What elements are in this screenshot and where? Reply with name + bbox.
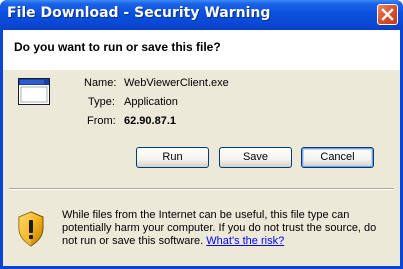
file-info-area bbox=[3, 70, 400, 218]
file-type: Application bbox=[124, 96, 178, 108]
dialog-body: Do you want to run or save this file? Na… bbox=[3, 30, 400, 266]
whats-the-risk-link[interactable]: What's the risk? bbox=[206, 235, 284, 247]
save-button[interactable]: Save bbox=[219, 147, 292, 168]
title-bar[interactable]: File Download - Security Warning bbox=[0, 0, 403, 30]
dialog-question: Do you want to run or save this file? bbox=[14, 40, 221, 54]
file-name: WebViewerClient.exe bbox=[124, 77, 229, 89]
close-button[interactable] bbox=[377, 4, 398, 25]
file-download-dialog: File Download - Security Warning Do you … bbox=[0, 0, 403, 269]
from-label: From: bbox=[87, 115, 116, 127]
file-source: 62.90.87.1 bbox=[124, 115, 176, 127]
name-label: Name: bbox=[84, 77, 117, 89]
security-shield-warning-icon bbox=[18, 211, 44, 247]
cancel-button[interactable]: Cancel bbox=[301, 147, 374, 168]
header-band: Do you want to run or save this file? bbox=[3, 30, 400, 70]
run-button[interactable]: Run bbox=[136, 147, 209, 168]
separator bbox=[9, 188, 394, 190]
application-window-icon bbox=[18, 78, 50, 105]
warning-message: While files from the Internet can be use… bbox=[62, 209, 392, 248]
type-label: Type: bbox=[88, 96, 115, 108]
close-icon bbox=[381, 8, 394, 21]
window-title: File Download - Security Warning bbox=[7, 5, 271, 21]
